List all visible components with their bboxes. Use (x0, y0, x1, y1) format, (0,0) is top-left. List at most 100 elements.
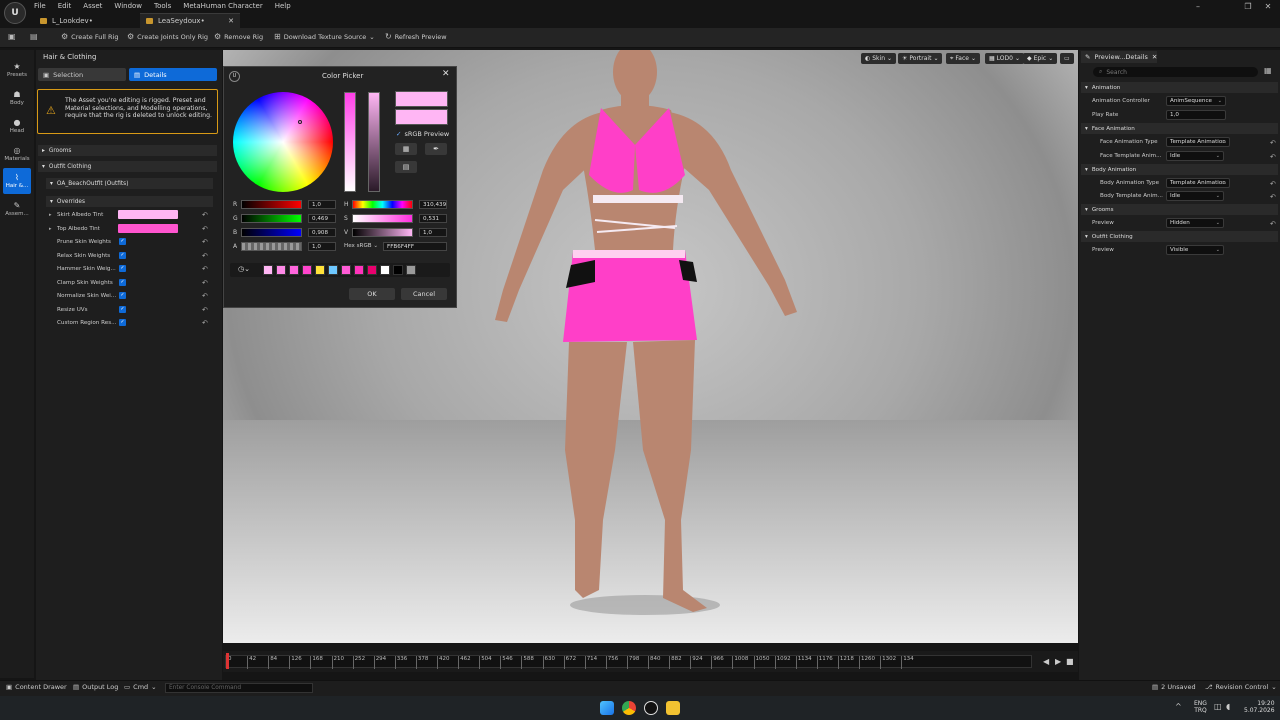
content-drawer-button[interactable]: ▣ Content Drawer (6, 683, 67, 691)
palette-swatch[interactable] (289, 265, 299, 275)
prune-checkbox[interactable]: ✓ (119, 238, 126, 245)
ok-button[interactable]: OK (349, 288, 395, 300)
palette-swatch[interactable] (263, 265, 273, 275)
menu-metahuman[interactable]: MetaHuman Character (183, 2, 262, 10)
a-slider[interactable] (241, 242, 302, 251)
g-value-field[interactable]: 0,469 (308, 214, 336, 223)
outfit-item[interactable]: ▾ OA_BeachOutfit (Outfits) (46, 178, 213, 189)
close-icon[interactable]: ✕ (442, 69, 450, 79)
color-wheel-handle[interactable] (298, 120, 302, 124)
tab-preview-details[interactable]: ✎ Preview...Details ✕ (1081, 51, 1157, 63)
browse-icon[interactable]: ▤ (30, 32, 38, 41)
output-log-button[interactable]: ▤ Output Log (73, 683, 118, 691)
quality-toggle[interactable]: ◆ Epic ⌄ (1023, 53, 1058, 64)
g-slider[interactable] (241, 214, 302, 223)
top-color-swatch[interactable] (118, 224, 178, 233)
viewport-menu-icon[interactable]: ▭ (1060, 53, 1074, 64)
menu-file[interactable]: File (34, 2, 46, 10)
clamp-checkbox[interactable]: ✓ (119, 279, 126, 286)
save-icon[interactable]: ▣ (8, 32, 16, 41)
section-face-animation[interactable]: ▾ Face Animation (1081, 123, 1278, 134)
lod-toggle[interactable]: ▦ LOD0 ⌄ (985, 53, 1024, 64)
play-rate-input[interactable]: 1,0 (1166, 110, 1226, 120)
play-icon[interactable]: ▶ (1055, 657, 1061, 666)
a-value-field[interactable]: 1,0 (308, 242, 336, 251)
r-slider[interactable] (241, 200, 302, 209)
selection-button[interactable]: ▣ Selection (38, 68, 126, 81)
saturation-slider[interactable] (344, 92, 356, 192)
value-slider[interactable] (368, 92, 380, 192)
unreal-taskbar-icon[interactable] (644, 701, 658, 715)
custom-region-checkbox[interactable]: ✓ (119, 319, 126, 326)
eyedropper-icon[interactable]: ✒ (425, 143, 447, 155)
face-camera-toggle[interactable]: ⌖ Face ⌄ (946, 53, 980, 64)
srgb-preview-toggle[interactable]: ✓ sRGB Preview (396, 130, 449, 138)
palette-swatch[interactable] (328, 265, 338, 275)
revision-control-button[interactable]: ⎇ Revision Control ⌄ (1205, 683, 1277, 691)
palette-swatch[interactable] (354, 265, 364, 275)
body-anim-type-dropdown[interactable]: Template Animation ⌄ (1166, 178, 1230, 188)
details-search-input[interactable]: ⌕ Search (1093, 67, 1258, 77)
close-tab-icon[interactable]: ✕ (228, 17, 234, 25)
reset-icon[interactable]: ↶ (202, 225, 208, 233)
body-template-dropdown[interactable]: Idle ⌄ (1166, 191, 1224, 201)
reset-icon[interactable]: ↶ (1270, 153, 1276, 161)
tray-chevron-icon[interactable]: ^ (1175, 702, 1182, 711)
r-value-field[interactable]: 1,0 (308, 200, 336, 209)
grid-view-icon[interactable]: ▦ (1264, 66, 1272, 75)
b-value-field[interactable]: 0,908 (308, 228, 336, 237)
palette-swatch[interactable] (380, 265, 390, 275)
rail-materials[interactable]: ◎ Materials (3, 141, 31, 167)
network-icon[interactable]: ◫ (1214, 702, 1222, 711)
recent-colors-icon[interactable]: ◷⌄ (238, 265, 250, 273)
restore-icon[interactable]: ❐ (1238, 2, 1258, 11)
reset-icon[interactable]: ↶ (1270, 193, 1276, 201)
normalize-checkbox[interactable]: ✓ (119, 292, 126, 299)
v-value-field[interactable]: 1,0 (419, 228, 447, 237)
menu-asset[interactable]: Asset (83, 2, 102, 10)
reset-icon[interactable]: ↶ (202, 252, 208, 260)
expand-icon[interactable]: ▸ (49, 226, 52, 232)
b-slider[interactable] (241, 228, 302, 237)
rail-body[interactable]: ☗ Body (3, 85, 31, 111)
palette-swatch[interactable] (406, 265, 416, 275)
face-template-dropdown[interactable]: Idle ⌄ (1166, 151, 1224, 161)
cancel-button[interactable]: Cancel (401, 288, 447, 300)
section-grooms-right[interactable]: ▾ Grooms (1081, 204, 1278, 215)
reset-icon[interactable]: ↶ (202, 265, 208, 273)
cmd-dropdown[interactable]: ▭ Cmd ⌄ (124, 683, 157, 691)
section-overrides[interactable]: ▾ Overrides (46, 196, 213, 207)
menu-help[interactable]: Help (275, 2, 291, 10)
palette-swatch[interactable] (315, 265, 325, 275)
reset-icon[interactable]: ↶ (202, 319, 208, 327)
grooms-preview-dropdown[interactable]: Hidden ⌄ (1166, 218, 1224, 228)
close-window-icon[interactable]: ✕ (1258, 2, 1278, 11)
close-tab-icon[interactable]: ✕ (1152, 53, 1157, 61)
create-joints-rig-button[interactable]: ⚙ Create Joints Only Rig (127, 32, 208, 41)
tab-lookdev[interactable]: L_Lookdev• (34, 13, 134, 28)
reset-icon[interactable]: ↶ (1270, 220, 1276, 228)
section-outfit-right[interactable]: ▾ Outfit Clothing (1081, 231, 1278, 242)
palette-swatch[interactable] (302, 265, 312, 275)
menu-window[interactable]: Window (114, 2, 142, 10)
face-anim-type-dropdown[interactable]: Template Animation ⌄ (1166, 137, 1230, 147)
hex-value-field[interactable]: FFB6F4FF (383, 242, 447, 251)
palette-swatch[interactable] (341, 265, 351, 275)
unsaved-button[interactable]: ▤ 2 Unsaved (1152, 683, 1196, 691)
rail-hair-clothing[interactable]: ⌇ Hair &... (3, 168, 31, 194)
color-theme-button[interactable]: ▦ (395, 143, 417, 155)
h-slider[interactable] (352, 200, 413, 209)
s-value-field[interactable]: 0,531 (419, 214, 447, 223)
clock[interactable]: 19:20 5.07.2026 (1244, 700, 1275, 714)
menu-edit[interactable]: Edit (58, 2, 72, 10)
section-body-animation[interactable]: ▾ Body Animation (1081, 164, 1278, 175)
create-full-rig-button[interactable]: ⚙ Create Full Rig (61, 32, 118, 41)
tab-leaseydoux[interactable]: LeaSeydoux• ✕ (140, 13, 240, 28)
details-button[interactable]: ▤ Details (129, 68, 217, 81)
section-outfit[interactable]: ▾ Outfit Clothing (38, 161, 217, 172)
console-input[interactable]: Enter Console Command (165, 683, 313, 693)
s-slider[interactable] (352, 214, 413, 223)
portrait-lighting-toggle[interactable]: ☀ Portrait ⌄ (898, 53, 943, 64)
rail-presets[interactable]: ★ Presets (3, 57, 31, 83)
playhead[interactable] (226, 653, 229, 669)
